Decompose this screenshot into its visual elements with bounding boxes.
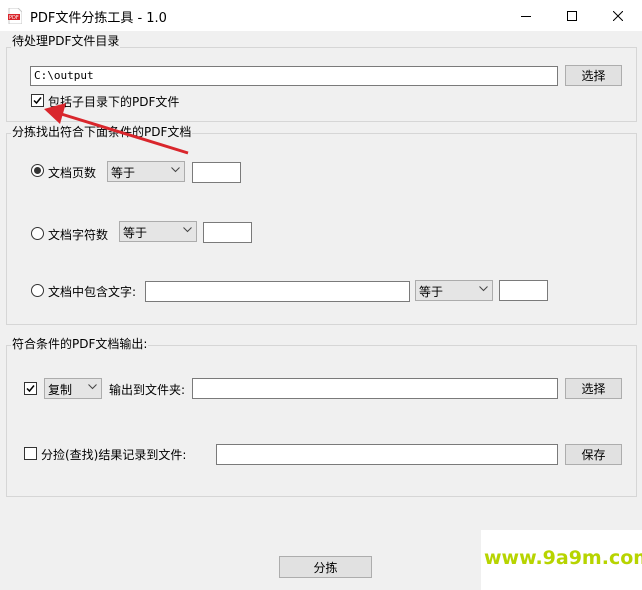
- watermark-text: www.9a9m.com: [484, 547, 642, 569]
- annotation-arrow: [44, 103, 189, 155]
